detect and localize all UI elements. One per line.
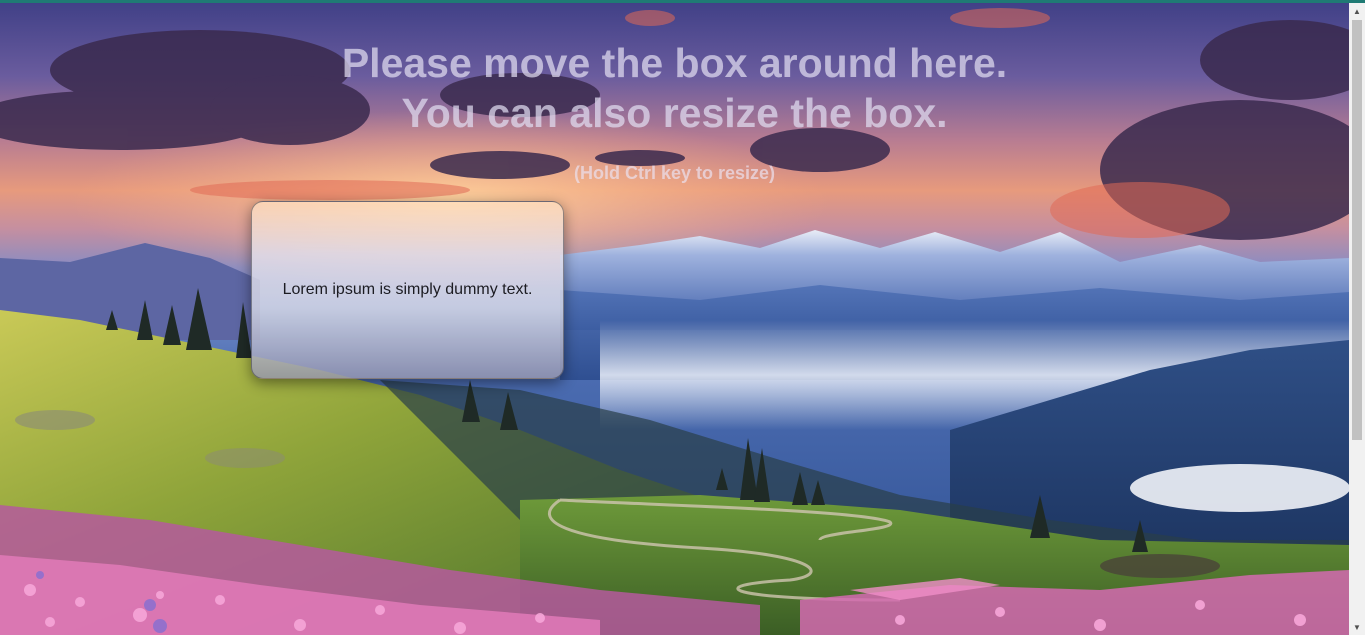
draggable-resizable-box[interactable]: Lorem ipsum is simply dummy text.	[251, 201, 564, 379]
top-accent-bar	[0, 0, 1365, 3]
box-text: Lorem ipsum is simply dummy text.	[282, 281, 533, 298]
chevron-up-icon[interactable]: ▲	[1349, 3, 1365, 19]
resize-hint: (Hold Ctrl key to resize)	[573, 163, 776, 183]
heading-line-2: You can also resize the box.	[401, 90, 948, 136]
instructions-heading: Please move the box around here. You can…	[0, 38, 1349, 138]
heading-line-1: Please move the box around here.	[341, 40, 1008, 86]
vertical-scrollbar[interactable]: ▲ ▼	[1349, 3, 1365, 635]
chevron-down-icon[interactable]: ▼	[1349, 619, 1365, 635]
scrollbar-thumb[interactable]	[1352, 20, 1362, 440]
browser-viewport: Please move the box around here. You can…	[0, 0, 1365, 635]
